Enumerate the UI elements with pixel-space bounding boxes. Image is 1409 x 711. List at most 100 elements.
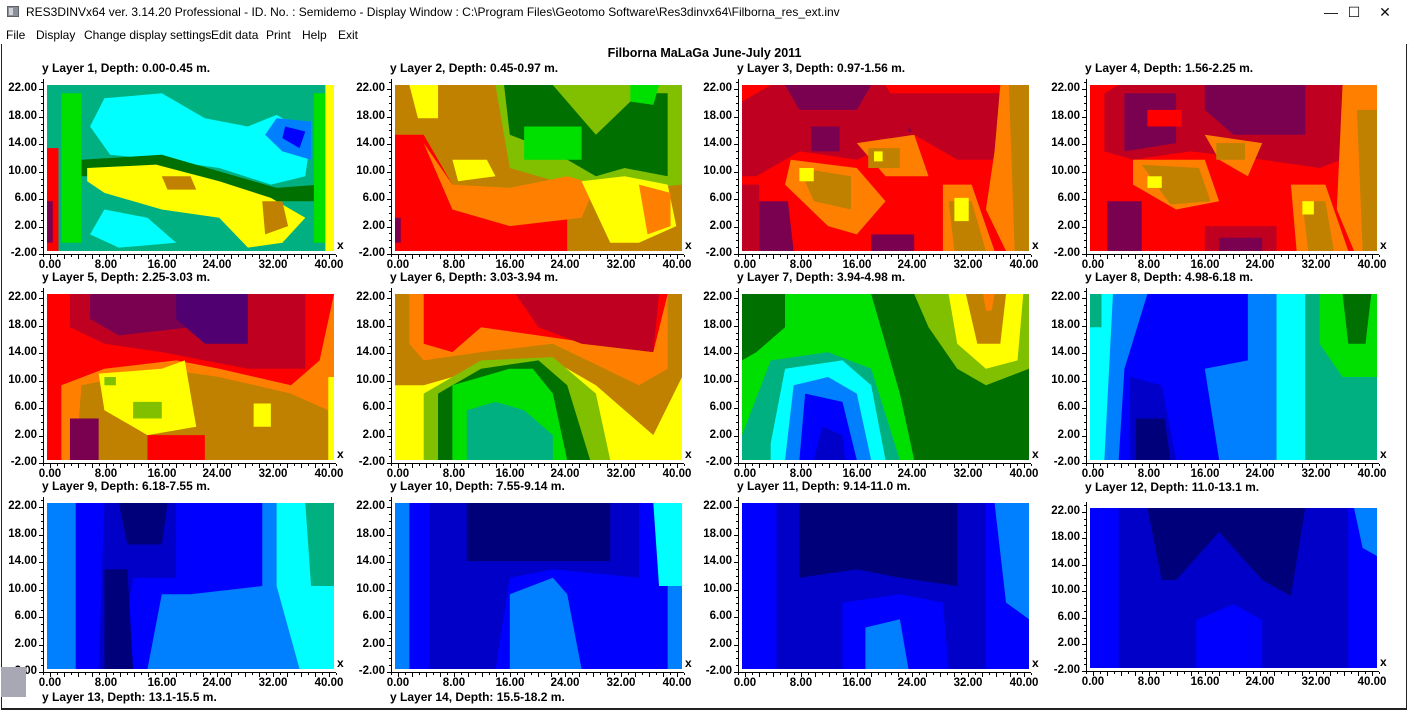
y-minor-tick [389,172,391,173]
menu-file[interactable]: File [6,28,25,42]
y-tick-label: -2.00 [358,247,385,259]
resistivity-map[interactable] [395,85,682,251]
y-tick-label: 18.00 [1051,531,1080,543]
layer-title: y Layer 4, Depth: 1.56-2.25 m. [1085,61,1253,75]
y-axis-name: y [1085,270,1092,284]
y-minor-tick [736,240,738,241]
y-tick-label: 22.00 [1051,505,1080,517]
resistivity-map[interactable] [1090,508,1377,668]
x-tick [808,464,809,466]
y-axis [43,288,44,463]
y-minor-tick [41,658,43,659]
x-tick-label: 16.00 [147,677,177,689]
layer-title: y Layer 9, Depth: 6.18-7.55 m. [42,479,210,493]
y-tick-label: -2.00 [705,247,732,259]
y-tick-label: 2.00 [14,429,37,441]
resistivity-map[interactable] [47,503,334,669]
x-tick [71,464,72,466]
resistivity-map[interactable] [47,85,334,251]
menu-display[interactable]: Display [36,28,75,42]
x-tick [1212,672,1213,674]
x-tick [1233,464,1234,468]
y-tick-label: 18.00 [8,110,37,122]
y-minor-tick [389,165,391,166]
x-tick [947,673,948,675]
y-axis-name: y [42,479,49,493]
y-axis-name: y [737,61,744,75]
x-tick [649,673,650,677]
y-minor-tick [389,89,391,90]
x-tick [322,673,323,675]
y-tick-label: 2.00 [709,220,732,232]
x-tick [996,255,997,259]
x-tick [1170,672,1171,674]
x-axis-name: x [337,238,344,252]
x-tick [891,464,892,466]
menu-exit[interactable]: Exit [338,28,358,42]
y-minor-tick [389,456,391,457]
y-minor-tick [736,422,738,423]
y-minor-tick [389,305,391,306]
y-minor-tick [389,192,391,193]
y-minor-tick [736,291,738,292]
x-tick [961,673,962,675]
contour-region [395,217,401,243]
x-tick-label: 8.00 [1137,468,1161,480]
y-minor-tick [41,521,43,522]
x-tick [572,673,573,675]
resistivity-map[interactable] [742,294,1029,460]
layer-label: Layer 1, Depth: 0.00-0.45 m. [52,61,211,75]
y-minor-tick [1084,558,1086,559]
resistivity-map[interactable] [395,503,682,669]
y-minor-tick [389,312,391,313]
y-minor-tick [41,624,43,625]
y-minor-tick [389,562,391,563]
menu-help[interactable]: Help [302,28,327,42]
resistivity-map[interactable] [742,85,1029,251]
x-tick [238,255,239,257]
x-tick [885,464,886,468]
y-minor-tick [41,507,43,508]
resistivity-map[interactable] [1090,294,1377,460]
contour-region [1216,143,1245,160]
x-tick [933,255,934,257]
y-minor-tick [736,185,738,186]
layer-title: y Layer 7, Depth: 3.94-4.98 m. [737,270,905,284]
scroll-thumb[interactable] [1,667,26,697]
y-minor-tick [736,130,738,131]
y-minor-tick [736,110,738,111]
x-tick-label: 16.00 [495,677,525,689]
x-tick [1031,464,1032,466]
y-minor-tick [1084,545,1086,546]
y-tick-label: -2.00 [705,665,732,677]
menu-change-display-settings[interactable]: Change display settings [84,28,211,42]
resistivity-map[interactable] [742,503,1029,669]
x-tick [1351,672,1352,674]
x-tick [245,464,246,468]
x-tick [940,464,941,468]
x-tick [1309,464,1310,466]
menu-edit-data[interactable]: Edit data [211,28,258,42]
x-tick [280,255,281,257]
close-button[interactable]: ✕ [1362,0,1408,24]
contour-svg [742,294,1029,460]
y-tick-label: 2.00 [362,638,385,650]
y-minor-tick [1084,512,1086,513]
y-minor-tick [41,192,43,193]
contour-region [868,148,900,168]
menu-print[interactable]: Print [266,28,291,42]
y-minor-tick [1084,151,1086,152]
resistivity-map[interactable] [395,294,682,460]
resistivity-map[interactable] [1090,85,1377,251]
y-axis [43,497,44,672]
x-tick-label: 40.00 [1357,676,1387,688]
layer-title: y Layer 8, Depth: 4.98-6.18 m. [1085,270,1253,284]
x-tick [864,673,865,675]
contour-region [47,201,53,243]
y-minor-tick [41,449,43,450]
resistivity-map[interactable] [47,294,334,460]
x-tick [684,673,685,675]
x-tick [961,464,962,466]
y-tick-label: 2.00 [709,638,732,650]
x-tick-label: 0.00 [1081,676,1105,688]
